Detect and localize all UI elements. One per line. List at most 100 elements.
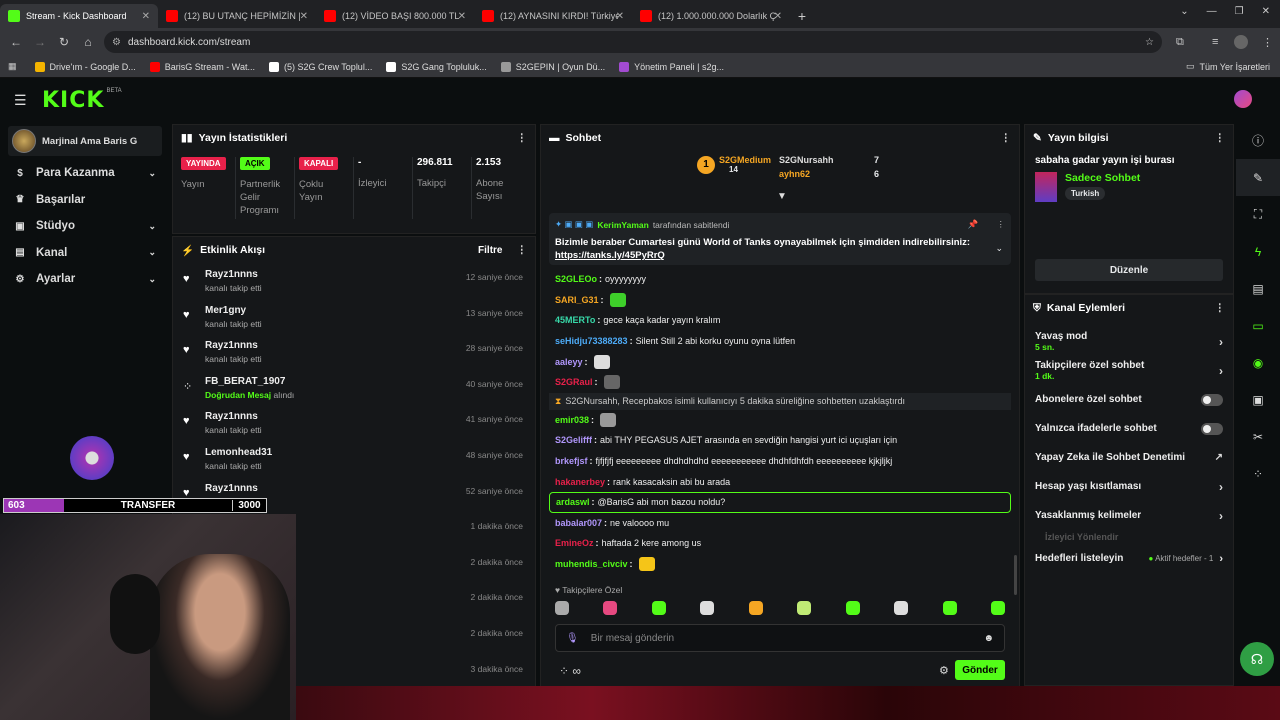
channel-action-item[interactable]: Yapay Zeka ile Sohbet Denetimi ↗: [1025, 443, 1233, 472]
chat-username[interactable]: S2Gelifff: [555, 435, 592, 445]
chat-username[interactable]: S2GRaul: [555, 377, 593, 387]
chat-message[interactable]: SARI_G31:: [541, 290, 1019, 311]
chat-message[interactable]: S2Gelifff: abi THY PEGASUS AJET arasında …: [541, 430, 1019, 451]
tab-close-icon[interactable]: ✕: [458, 11, 466, 22]
tab-close-icon[interactable]: ✕: [300, 11, 308, 22]
user-avatar[interactable]: [1234, 90, 1252, 108]
bookmark-item[interactable]: (5) S2G Crew Toplul...: [268, 61, 372, 72]
emote-icon[interactable]: [555, 601, 569, 615]
chat-message[interactable]: hakanerbey: rank kasacaksin abi bu arada: [541, 471, 1019, 492]
browser-tab[interactable]: Stream - Kick Dashboard ✕: [0, 4, 158, 28]
pinned-user[interactable]: KerimYaman: [597, 220, 649, 230]
screenshot-icon[interactable]: ⛶: [1236, 196, 1280, 233]
back-icon[interactable]: ←: [4, 35, 28, 49]
maximize-icon[interactable]: ❐: [1235, 6, 1244, 17]
bookmark-item[interactable]: S2G Gang Topluluk...: [386, 61, 487, 72]
sidebar-item[interactable]: $ Para Kazanma ⌄: [0, 160, 170, 187]
sidebar-item[interactable]: ♛ Başarılar: [0, 187, 170, 214]
extensions-icon[interactable]: ⧉: [1176, 36, 1184, 49]
channel-action-item[interactable]: Hesap yaşı kısıtlaması ›: [1025, 472, 1233, 501]
tools-icon[interactable]: ✂: [1236, 418, 1280, 455]
send-button[interactable]: Gönder: [955, 660, 1005, 680]
activity-event[interactable]: ⁘ FB_BERAT_1907 Doğrudan Mesaj alındı 40 sa…: [173, 370, 535, 406]
chat-message[interactable]: EmineOz: haftada 2 kere among us: [541, 533, 1019, 554]
sidebar-item[interactable]: ⚙ Ayarlar ⌄: [0, 266, 170, 293]
chat-username[interactable]: 45MERTo: [555, 315, 595, 325]
bookmark-item[interactable]: Yönetim Paneli | s2g...: [619, 61, 724, 72]
chat-username[interactable]: ardaswl: [556, 497, 590, 507]
edit-button[interactable]: Düzenle: [1035, 259, 1223, 281]
chat-username[interactable]: hakanerbey: [555, 477, 605, 487]
filter-button[interactable]: Filtre: [478, 245, 502, 256]
activity-event[interactable]: ♥ Rayz1nnns kanalı takip etti 28 saniye önc…: [173, 334, 535, 370]
emote-icon[interactable]: [700, 601, 715, 615]
chat-username[interactable]: seHidju73388283: [555, 336, 628, 346]
channel-action-item[interactable]: Yalnızca ifadelerle sohbet: [1025, 414, 1233, 443]
microphone-icon[interactable]: 🎙: [566, 633, 579, 644]
broadcast-icon[interactable]: ◉: [1236, 344, 1280, 381]
site-info-icon[interactable]: ⚙: [112, 37, 121, 48]
list-goals-item[interactable]: Hedefleri listeleyin ● Aktif hedefler - …: [1025, 544, 1233, 573]
points-icon[interactable]: ⁘ ∞: [559, 664, 581, 678]
sidebar-channel[interactable]: Marjinal Ama Baris G: [8, 126, 162, 156]
emote-icon[interactable]: [651, 601, 666, 615]
pinned-menu-icon[interactable]: ⋮: [997, 219, 1006, 230]
pinned-link[interactable]: https://tanks.ly/45PyRrQ: [555, 250, 665, 261]
chat-username[interactable]: babalar007: [555, 518, 602, 528]
chat-username[interactable]: brkefjsf: [555, 456, 588, 466]
home-icon[interactable]: ⌂: [76, 35, 100, 49]
chat-username[interactable]: emir038: [555, 415, 589, 425]
chat-message[interactable]: S2GRaul:: [541, 372, 1019, 393]
chat-message[interactable]: ardaswl: @BarisG abi mon bazou noldu?: [549, 491, 1011, 513]
support-button[interactable]: ☊: [1240, 642, 1274, 676]
emote-icon[interactable]: [603, 601, 618, 615]
browser-tab[interactable]: (12) VİDEO BAŞI 800.000 TL DU✕: [316, 4, 474, 28]
tab-close-icon[interactable]: ✕: [774, 11, 782, 22]
emote-icon[interactable]: [748, 601, 763, 615]
activity-event[interactable]: ♥ Rayz1nnns kanalı takip etti 12 saniye önc…: [173, 263, 535, 299]
system-message[interactable]: ⧗ S2GNursahh, Recepbakos isimli kullanıcı…: [549, 392, 1011, 410]
channel-action-item[interactable]: Yasaklanmış kelimeler ›: [1025, 501, 1233, 530]
chat-message[interactable]: brkefjsf: fjfjfjfj eeeeeeeee dhdhdhdhd ee…: [541, 451, 1019, 472]
chat-tool-icon[interactable]: ▭: [1236, 307, 1280, 344]
emote-icon[interactable]: [942, 601, 957, 615]
emote-icon[interactable]: [990, 601, 1005, 615]
apps-grid-icon[interactable]: ▦: [8, 61, 17, 72]
emote-icon[interactable]: [894, 601, 909, 615]
browser-tab[interactable]: (12) AYNASINI KIRDI! Türkiye'de✕: [474, 4, 632, 28]
chat-message[interactable]: 45MERTo: gece kaça kadar yayın kralım: [541, 310, 1019, 331]
emote-icon[interactable]: [845, 601, 860, 615]
chat-username[interactable]: aaleyy: [555, 357, 583, 367]
chat-username[interactable]: EmineOz: [555, 538, 594, 548]
chat-scrollbar[interactable]: [1014, 555, 1017, 595]
info-icon[interactable]: ⓘ: [1236, 122, 1280, 159]
chat-message[interactable]: muhendis_civciv:: [541, 554, 1019, 575]
toggle-switch[interactable]: [1201, 393, 1223, 406]
channel-action-item[interactable]: Yavaş mod 5 sn. ›: [1025, 327, 1233, 356]
kick-logo[interactable]: KICK: [42, 88, 104, 113]
pin-icon[interactable]: 📌: [968, 219, 979, 230]
all-bookmarks[interactable]: ▭ Tüm Yer İşaretleri: [1186, 61, 1270, 72]
sidebar-item[interactable]: ▤ Kanal ⌄: [0, 240, 170, 267]
window-list-icon[interactable]: ⌄: [1180, 6, 1188, 17]
emoji-icon[interactable]: ☻: [983, 633, 994, 644]
activity-event[interactable]: ♥ Lemonhead31 kanalı takip etti 48 saniye ö…: [173, 441, 535, 477]
activity-event[interactable]: ♥ Rayz1nnns kanalı takip etti 41 saniye önc…: [173, 405, 535, 441]
emote-icon[interactable]: [797, 601, 812, 615]
info-menu-icon[interactable]: ⋮: [1215, 132, 1226, 144]
leader-entry[interactable]: ayhn62 6: [779, 169, 879, 179]
sidebar-item[interactable]: ▣ Stüdyo ⌄: [0, 213, 170, 240]
browser-tab[interactable]: (12) BU UTANÇ HEPİMİZİN | Ma✕: [158, 4, 316, 28]
tab-close-icon[interactable]: ✕: [616, 11, 624, 22]
bookmark-item[interactable]: S2GEPIN | Oyun Dü...: [500, 61, 605, 72]
leader-entry[interactable]: S2GNursahh 7: [779, 155, 879, 165]
chat-input[interactable]: 🎙 Bir mesaj gönderin ☻: [555, 624, 1005, 652]
chat-settings-icon[interactable]: ⚙: [939, 664, 949, 677]
stack-icon[interactable]: ▣: [1236, 381, 1280, 418]
bookmark-item[interactable]: Drive'ım - Google D...: [34, 61, 136, 72]
chat-message[interactable]: aaleyy:: [541, 351, 1019, 372]
chat-menu-icon[interactable]: ⋮: [1001, 132, 1012, 144]
browser-menu-icon[interactable]: ⋮: [1262, 36, 1273, 49]
chat-message[interactable]: emir038:: [541, 410, 1019, 431]
close-window-icon[interactable]: ✕: [1262, 6, 1270, 17]
